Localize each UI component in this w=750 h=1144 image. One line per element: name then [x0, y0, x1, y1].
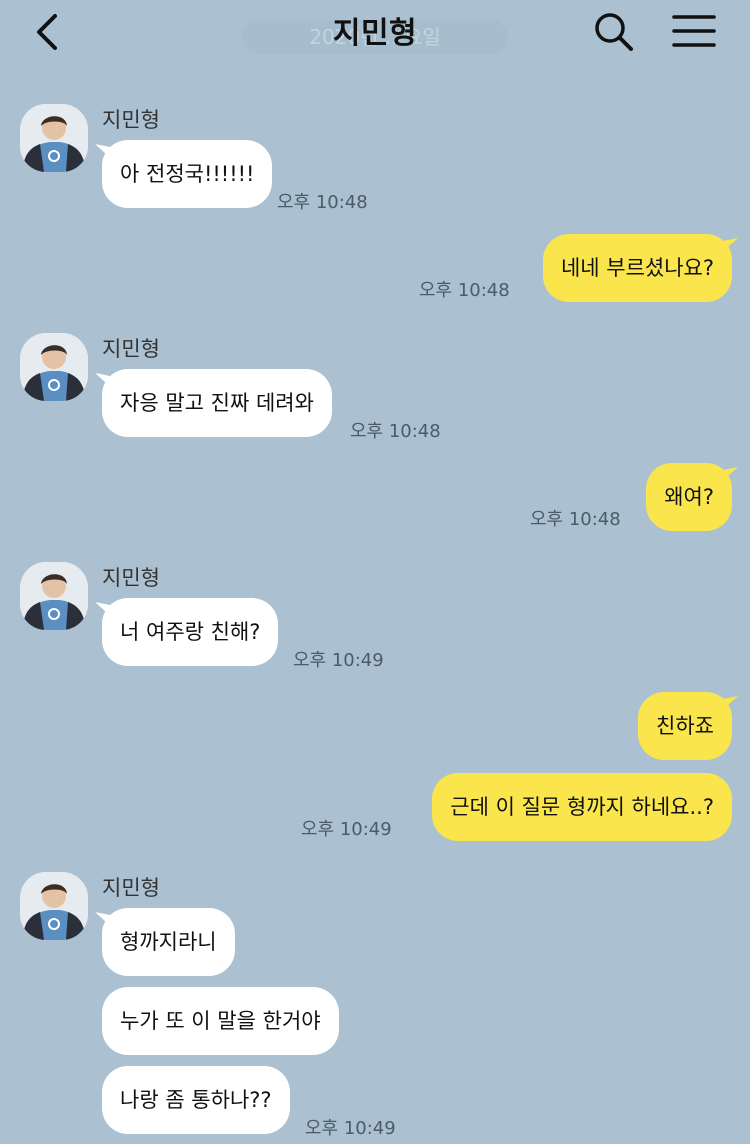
- message-time: 오후 10:48: [419, 280, 510, 301]
- message-bubble[interactable]: 근데 이 질문 형까지 하네요..?: [432, 773, 732, 841]
- bubble-tail: [718, 696, 738, 714]
- profile-photo-icon: [20, 562, 88, 630]
- avatar[interactable]: [20, 872, 88, 940]
- message-time: 오후 10:49: [305, 1118, 396, 1139]
- avatar[interactable]: [20, 104, 88, 172]
- chat-title: 지민형: [332, 16, 418, 51]
- message-bubble[interactable]: 아 전정국!!!!!!: [102, 140, 273, 208]
- menu-icon: [672, 15, 716, 47]
- outgoing-message-group: 왜여? 오후 10:48: [0, 463, 750, 533]
- chat-header: 2020년 ...요일 지민형: [0, 0, 750, 64]
- incoming-message-group: 지민형 자응 말고 진짜 데려와 오후 10:48: [0, 333, 750, 443]
- outgoing-message-group: 친하죠: [0, 692, 750, 762]
- sender-name: 지민형: [102, 876, 160, 900]
- profile-photo-icon: [20, 104, 88, 172]
- message-time: 오후 10:49: [301, 819, 392, 840]
- incoming-message-group: 지민형 너 여주랑 친해? 오후 10:49: [0, 562, 750, 672]
- avatar[interactable]: [20, 333, 88, 401]
- incoming-message-group: 지민형 형까지라니 누가 또 이 말을 한거야 나랑 좀 통하나?? 오후 10…: [0, 872, 750, 1144]
- profile-photo-icon: [20, 333, 88, 401]
- message-bubble[interactable]: 형까지라니: [102, 908, 235, 976]
- bubble-tail: [718, 238, 738, 256]
- avatar[interactable]: [20, 562, 88, 630]
- message-time: 오후 10:48: [350, 421, 441, 442]
- sender-name: 지민형: [102, 108, 160, 132]
- message-bubble[interactable]: 누가 또 이 말을 한거야: [102, 987, 339, 1055]
- sender-name: 지민형: [102, 337, 160, 361]
- profile-photo-icon: [20, 872, 88, 940]
- message-time: 오후 10:48: [530, 509, 621, 530]
- bubble-tail: [718, 467, 738, 485]
- search-button[interactable]: [592, 10, 636, 54]
- message-bubble[interactable]: 나랑 좀 통하나??: [102, 1066, 290, 1134]
- incoming-message-group: 지민형 아 전정국!!!!!! 오후 10:48: [0, 104, 750, 214]
- message-bubble[interactable]: 너 여주랑 친해?: [102, 598, 279, 666]
- search-icon: [595, 13, 633, 51]
- outgoing-message-group: 네네 부르셨나요? 오후 10:48: [0, 234, 750, 304]
- message-time: 오후 10:49: [293, 650, 384, 671]
- outgoing-message-group: 근데 이 질문 형까지 하네요..? 오후 10:49: [0, 773, 750, 843]
- message-bubble[interactable]: 자응 말고 진짜 데려와: [102, 369, 332, 437]
- sender-name: 지민형: [102, 566, 160, 590]
- message-bubble[interactable]: 네네 부르셨나요?: [542, 234, 732, 302]
- menu-button[interactable]: [672, 12, 716, 52]
- message-time: 오후 10:48: [277, 192, 368, 213]
